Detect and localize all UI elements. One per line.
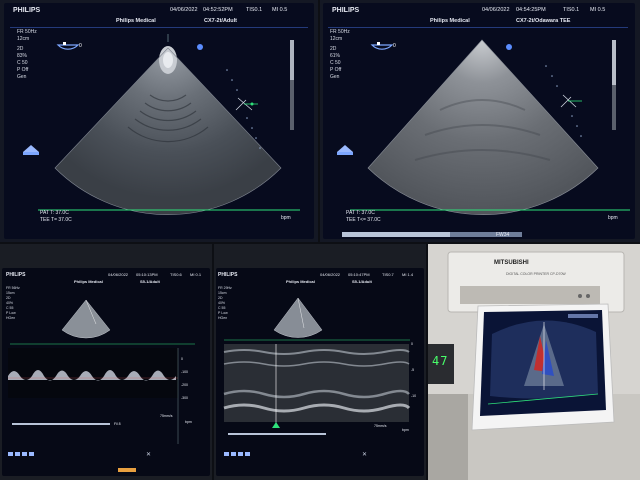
focus-marker [506,44,512,50]
probe-temp: TEE T= 37.0C [40,217,72,223]
gray-scale-bar [612,40,616,85]
scissors-icon: ✕ [146,452,151,458]
ultrasound-screen-d: PHILIPS 04/06/2022 05:10:47PM TIS0.7 MI … [214,244,426,480]
footer-icons [224,452,250,456]
body-marker-icon [23,145,39,155]
patient-temp: PAT T: 37.0C [40,210,69,216]
sweep-speed: 75mm/s [160,414,173,418]
sweep-speed: 75mm/s [374,424,387,428]
scissors-icon: ✕ [362,452,367,458]
printed-image [471,303,615,431]
ultrasound-screen-b: PHILIPS 04/06/2022 04:54:25PM TIS0.1 MI … [320,0,640,242]
scale-tick: -100 [181,370,189,374]
orientation-icon [56,44,80,50]
svg-text:bpm: bpm [608,215,618,221]
scale-tick: -300 [181,396,189,400]
scale-tick: -10 [411,394,417,398]
scale-tick: -5 [411,368,415,372]
focus-marker [197,44,203,50]
footer-icons [8,452,34,456]
doppler-display: ✕ [8,299,195,472]
svg-text:bpm: bpm [281,215,291,221]
m-mode-display: ✕ [223,297,411,458]
sector-image: 0 bpm [23,34,300,221]
gray-scale-bar [290,40,294,80]
indicator-light [118,468,136,472]
svg-text:0: 0 [79,43,82,49]
scale-tick: 0 [411,342,413,346]
orientation-icon [370,44,394,50]
body-marker-icon [337,145,353,155]
printer-photo: MITSUBISHI DIGITAL COLOR PRINTER CP-D70W… [428,244,640,480]
scale-tick: -200 [181,383,189,387]
patient-temp: PAT T: 37.0C [346,210,375,216]
heart-rate-unit: bpm [185,420,192,424]
scale-tick: 0 [181,357,183,361]
sector-image: 0 bpm [337,39,630,237]
ultrasound-screen-c: PHILIPS 04/06/2022 05:10:13PM TIS0.6 MI … [0,244,212,480]
status-text: FW34 [496,232,510,238]
heart-rate-unit: bpm [402,428,409,432]
probe-temp: TEE T<= 37.0C [346,217,381,223]
ultrasound-screen-a: PHILIPS 04/06/2022 04:52:52PM TIS0.1 MI … [0,0,318,242]
svg-text:0: 0 [393,43,396,49]
filter-label: Fil 8 [114,422,121,426]
